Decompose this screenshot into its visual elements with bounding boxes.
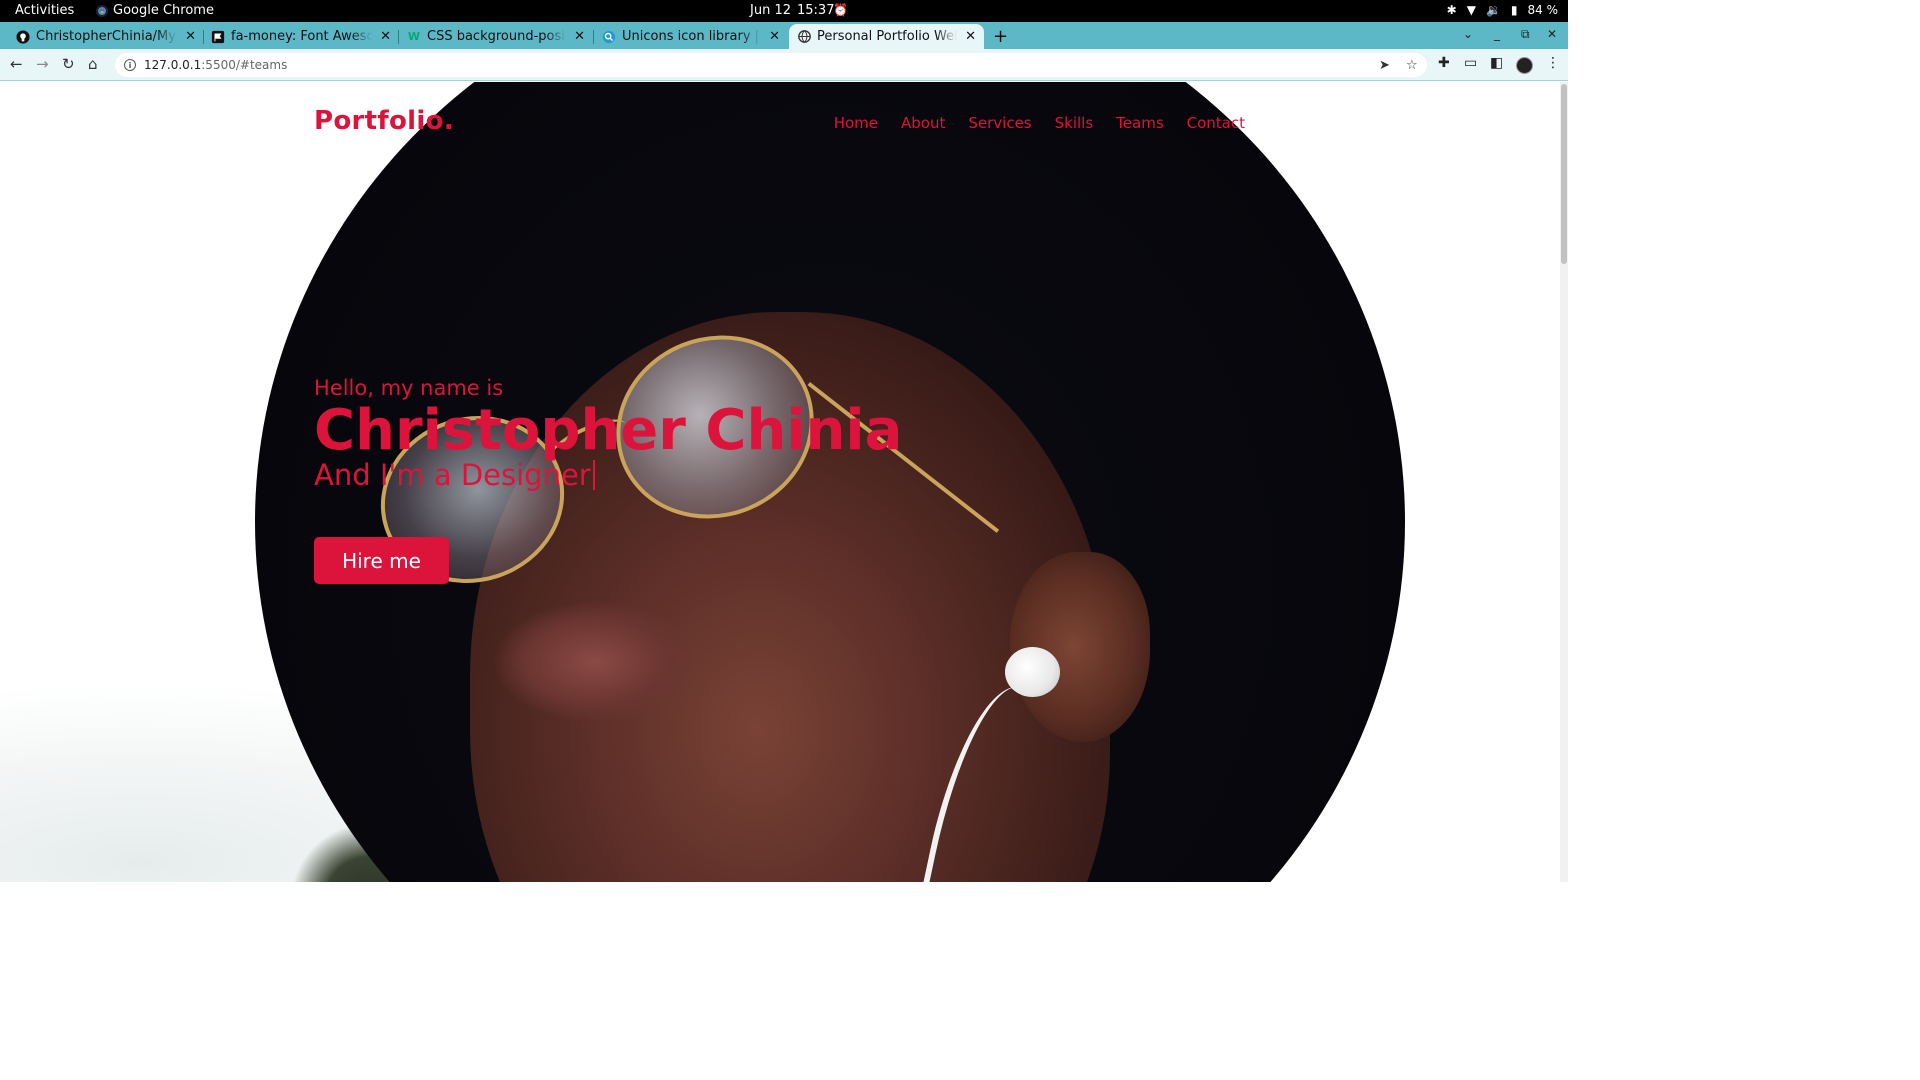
- address-bar[interactable]: i 127.0.0.1:5500/#teams ➤ ☆: [115, 53, 1427, 77]
- nav-home[interactable]: Home: [834, 114, 878, 132]
- page-viewport: Portfolio. Home About Services Skills Te…: [0, 82, 1560, 882]
- more-menu-icon[interactable]: ⋮: [1546, 55, 1560, 71]
- app-name: Google Chrome: [113, 3, 214, 18]
- close-tab-icon[interactable]: ✕: [185, 29, 196, 44]
- tab-search-icon[interactable]: ⌄: [1463, 27, 1473, 41]
- volume-icon: 🔉: [1485, 3, 1501, 17]
- hero-greeting: Hello, my name is: [314, 376, 504, 400]
- home-icon[interactable]: ⌂: [88, 55, 98, 73]
- tab-unicons[interactable]: Unicons icon library | Line ✕: [602, 24, 780, 49]
- site-navigation: Home About Services Skills Teams Contact: [834, 114, 1245, 132]
- tab-title: Personal Portfolio Websit: [817, 29, 957, 44]
- tab-title: Unicons icon library | Line: [622, 29, 761, 44]
- tab-github[interactable]: ChristopherChinia/My-Po ✕: [16, 24, 196, 49]
- system-status-area[interactable]: ✱ ▼ 🔉 ▮ 84 %: [1447, 3, 1558, 17]
- back-icon[interactable]: ←: [10, 55, 23, 73]
- w3schools-icon: W: [407, 30, 421, 43]
- hero-name: Christopher Chinia: [314, 398, 903, 463]
- page-scrollbar[interactable]: [1560, 82, 1568, 882]
- tab-w3schools[interactable]: W CSS background-position ✕: [407, 24, 585, 49]
- battery-icon: ▮: [1510, 3, 1518, 17]
- close-window-icon[interactable]: ✕: [1547, 27, 1557, 41]
- globe-icon: [797, 30, 811, 44]
- close-tab-icon[interactable]: ✕: [769, 29, 780, 44]
- tab-title: CSS background-position: [427, 29, 566, 44]
- extensions-puzzle-icon[interactable]: ✚: [1438, 55, 1450, 71]
- battery-level: 84 %: [1527, 3, 1559, 17]
- wifi-icon: ▼: [1466, 3, 1476, 17]
- app-menu[interactable]: Google Chrome: [96, 3, 214, 18]
- site-logo[interactable]: Portfolio.: [314, 106, 454, 136]
- scrollbar-thumb[interactable]: [1561, 84, 1567, 264]
- slack-tray-icon[interactable]: ✱: [1447, 3, 1457, 17]
- site-info-icon[interactable]: i: [124, 59, 136, 71]
- nav-contact[interactable]: Contact: [1187, 114, 1245, 132]
- nav-services[interactable]: Services: [968, 114, 1031, 132]
- profile-avatar[interactable]: [1516, 57, 1533, 74]
- typing-caret: [592, 460, 595, 490]
- github-icon: [16, 29, 30, 44]
- clock-time: 15:37: [797, 3, 835, 18]
- close-tab-icon[interactable]: ✕: [380, 29, 391, 44]
- forward-icon[interactable]: →: [36, 55, 49, 73]
- hire-me-button[interactable]: Hire me: [314, 537, 449, 584]
- chrome-icon: [96, 4, 108, 17]
- cast-icon[interactable]: ▭: [1464, 55, 1477, 71]
- browser-toolbar: ← → ↻ ⌂ i 127.0.0.1:5500/#teams ➤ ☆ ✚ ▭ …: [0, 49, 1568, 81]
- side-panel-icon[interactable]: ◧: [1490, 55, 1503, 71]
- new-tab-icon[interactable]: +: [993, 26, 1008, 47]
- reload-icon[interactable]: ↻: [62, 55, 75, 73]
- minimize-icon[interactable]: _: [1494, 27, 1500, 41]
- nav-about[interactable]: About: [901, 114, 945, 132]
- activities-button[interactable]: Activities: [15, 3, 74, 18]
- tab-title: ChristopherChinia/My-Po: [36, 29, 177, 44]
- bookmark-star-icon[interactable]: ☆: [1406, 58, 1418, 73]
- font-awesome-flag-icon: [211, 30, 225, 44]
- tab-portfolio-active[interactable]: Personal Portfolio Websit ✕: [789, 24, 984, 49]
- url-text: 127.0.0.1:5500/#teams: [144, 58, 288, 72]
- nav-teams[interactable]: Teams: [1116, 114, 1163, 132]
- tab-font-awesome[interactable]: fa-money: Font Awesome ✕: [211, 24, 391, 49]
- tab-strip: ChristopherChinia/My-Po ✕ fa-money: Font…: [0, 22, 1568, 49]
- hero-text: Hello, my name is Christopher Chinia And…: [314, 376, 902, 492]
- system-top-bar: Activities Google Chrome Jun 12 15:37 ⏰ …: [0, 0, 1568, 22]
- alarm-icon: ⏰: [833, 3, 848, 17]
- close-tab-icon[interactable]: ✕: [574, 29, 585, 44]
- close-tab-icon[interactable]: ✕: [965, 29, 976, 44]
- nav-skills[interactable]: Skills: [1055, 114, 1094, 132]
- clock[interactable]: Jun 12 15:37: [750, 3, 834, 18]
- restore-icon[interactable]: ⧉: [1521, 27, 1530, 42]
- unicons-icon: [602, 30, 616, 44]
- tab-title: fa-money: Font Awesome: [231, 29, 373, 44]
- clock-date: Jun 12: [750, 3, 791, 18]
- send-to-device-icon[interactable]: ➤: [1379, 58, 1390, 73]
